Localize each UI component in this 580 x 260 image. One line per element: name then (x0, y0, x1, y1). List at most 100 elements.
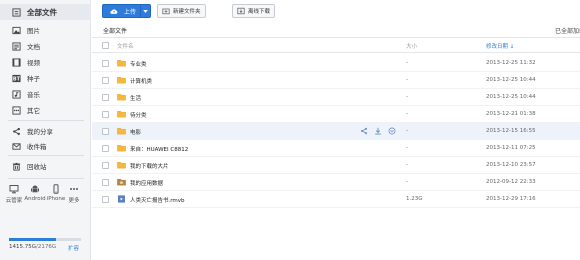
file-row[interactable]: 待分类 - 2013-12-21 01:38 (92, 106, 580, 123)
row-checkbox[interactable] (102, 196, 109, 203)
sidebar: 全部文件 图片 文档 视频 BT 种子 音乐 其它 我的分享 收件箱 回收站 云… (0, 0, 91, 260)
file-name[interactable]: 人类灭亡报告书.rmvb (130, 196, 185, 204)
sidebar-item-label: 图片 (27, 27, 40, 35)
sidebar-divider (8, 178, 84, 179)
sidebar-item-recycle-bin[interactable]: 回收站 (0, 158, 91, 174)
file-name[interactable]: 计算机类 (130, 77, 152, 85)
new-folder-icon (162, 8, 170, 15)
sidebar-item-label: 回收站 (27, 163, 47, 171)
new-folder-button[interactable]: 新建文件夹 (157, 4, 206, 18)
file-size: - (406, 60, 408, 66)
download-icon (237, 7, 245, 15)
file-size: - (406, 179, 408, 185)
row-actions (360, 127, 396, 135)
file-size: - (406, 145, 408, 151)
sidebar-item-label: 文档 (27, 43, 40, 51)
storage-quota-text: 1415.75G/2176G (9, 244, 56, 250)
select-all-checkbox[interactable] (102, 42, 109, 49)
column-header-size[interactable]: 大小 (406, 42, 417, 50)
file-name[interactable]: 待分类 (130, 111, 147, 119)
sidebar-item-images[interactable]: 图片 (0, 22, 91, 38)
file-row[interactable]: 来自：HUAWEI C8812 - 2013-12-11 07:25 (92, 140, 580, 157)
column-header-name[interactable]: 文件名 (117, 42, 134, 50)
sidebar-divider (8, 155, 84, 156)
folder-icon (117, 144, 126, 152)
sidebar-item-label: 我的分享 (27, 128, 53, 136)
sidebar-item-videos[interactable]: 视频 (0, 54, 91, 70)
sidebar-item-my-shares[interactable]: 我的分享 (0, 123, 91, 139)
breadcrumb: 全部文件 已全部加载 (92, 24, 580, 36)
row-checkbox[interactable] (102, 179, 109, 186)
folder-icon (117, 59, 126, 67)
row-checkbox[interactable] (102, 60, 109, 67)
video-file-icon (117, 195, 126, 203)
upload-cloud-icon (110, 8, 118, 15)
sidebar-item-all-files[interactable]: 全部文件 (0, 4, 91, 20)
file-size: - (406, 94, 408, 100)
row-checkbox[interactable] (102, 145, 109, 152)
file-date: 2013-12-25 11:32 (486, 60, 536, 66)
svg-text:BT: BT (13, 76, 21, 82)
file-date: 2013-12-10 23:57 (486, 162, 536, 168)
file-row[interactable]: 专业类 - 2013-12-25 11:32 (92, 55, 580, 72)
file-row[interactable]: 生活 - 2013-12-25 10:44 (92, 89, 580, 106)
device-android[interactable]: Android (24, 184, 46, 202)
more-options-icon[interactable] (388, 127, 396, 135)
download-icon[interactable] (374, 127, 382, 135)
other-icon (12, 105, 21, 115)
video-icon (12, 57, 21, 67)
monitor-icon (9, 185, 19, 194)
more-icon (70, 188, 78, 190)
document-icon (12, 41, 21, 51)
folder-icon (117, 161, 126, 169)
file-date: 2013-12-11 07:25 (486, 145, 536, 151)
file-date: 2013-12-21 01:38 (486, 111, 536, 117)
upload-label: 上传 (124, 8, 137, 16)
file-size: - (406, 128, 408, 134)
file-list-header: 文件名 大小 修改日期 ↓ (92, 37, 580, 53)
new-folder-label: 新建文件夹 (173, 9, 201, 15)
file-size: - (406, 77, 408, 83)
file-row[interactable]: 我的应用数据 - 2012-09-12 22:33 (92, 174, 580, 191)
offline-download-button[interactable]: 离线下载 (232, 4, 276, 18)
share-icon[interactable] (360, 127, 368, 135)
row-checkbox[interactable] (102, 128, 109, 135)
device-more[interactable]: 更多 (63, 184, 85, 204)
row-checkbox[interactable] (102, 162, 109, 169)
upload-button[interactable]: 上传 (102, 4, 151, 18)
sidebar-item-documents[interactable]: 文档 (0, 38, 91, 54)
sidebar-item-label: 收件箱 (27, 143, 47, 151)
expand-storage-link[interactable]: 扩容 (68, 244, 79, 252)
file-row[interactable]: 人类灭亡报告书.rmvb 1.23G 2013-12-29 17:16 (92, 191, 580, 208)
breadcrumb-current[interactable]: 全部文件 (103, 26, 127, 35)
file-name[interactable]: 来自：HUAWEI C8812 (130, 145, 188, 153)
file-row[interactable]: 计算机类 - 2013-12-25 10:44 (92, 72, 580, 89)
row-checkbox[interactable] (102, 77, 109, 84)
sort-desc-icon: ↓ (509, 44, 515, 50)
upload-dropdown-caret[interactable] (140, 5, 150, 17)
bt-icon: BT (12, 74, 21, 83)
sidebar-item-other[interactable]: 其它 (0, 102, 91, 118)
app-data-folder-icon (117, 178, 126, 186)
file-date: 2012-09-12 22:33 (486, 179, 536, 185)
device-cloud-manager[interactable]: 云管家 (3, 184, 25, 204)
row-checkbox[interactable] (102, 111, 109, 118)
sidebar-item-music[interactable]: 音乐 (0, 86, 91, 102)
file-row[interactable]: 我的下载的大片 - 2013-12-10 23:57 (92, 157, 580, 174)
file-size: - (406, 111, 408, 117)
column-header-date[interactable]: 修改日期 ↓ (486, 42, 514, 50)
sidebar-item-label: 全部文件 (27, 7, 57, 17)
row-checkbox[interactable] (102, 94, 109, 101)
sidebar-item-torrents[interactable]: BT 种子 (0, 70, 91, 86)
sidebar-item-label: 视频 (27, 59, 40, 67)
sidebar-item-inbox[interactable]: 收件箱 (0, 138, 91, 154)
file-name[interactable]: 我的下载的大片 (130, 162, 169, 170)
file-row[interactable]: 电影 - 2013-12-15 16:55 (92, 123, 580, 140)
folder-icon (117, 127, 126, 135)
file-name[interactable]: 专业类 (130, 60, 147, 68)
file-name[interactable]: 电影 (130, 128, 141, 136)
file-name[interactable]: 我的应用数据 (130, 179, 163, 187)
sidebar-item-label: 音乐 (27, 91, 40, 99)
file-name[interactable]: 生活 (130, 94, 141, 102)
storage-quota-fill (9, 238, 56, 241)
